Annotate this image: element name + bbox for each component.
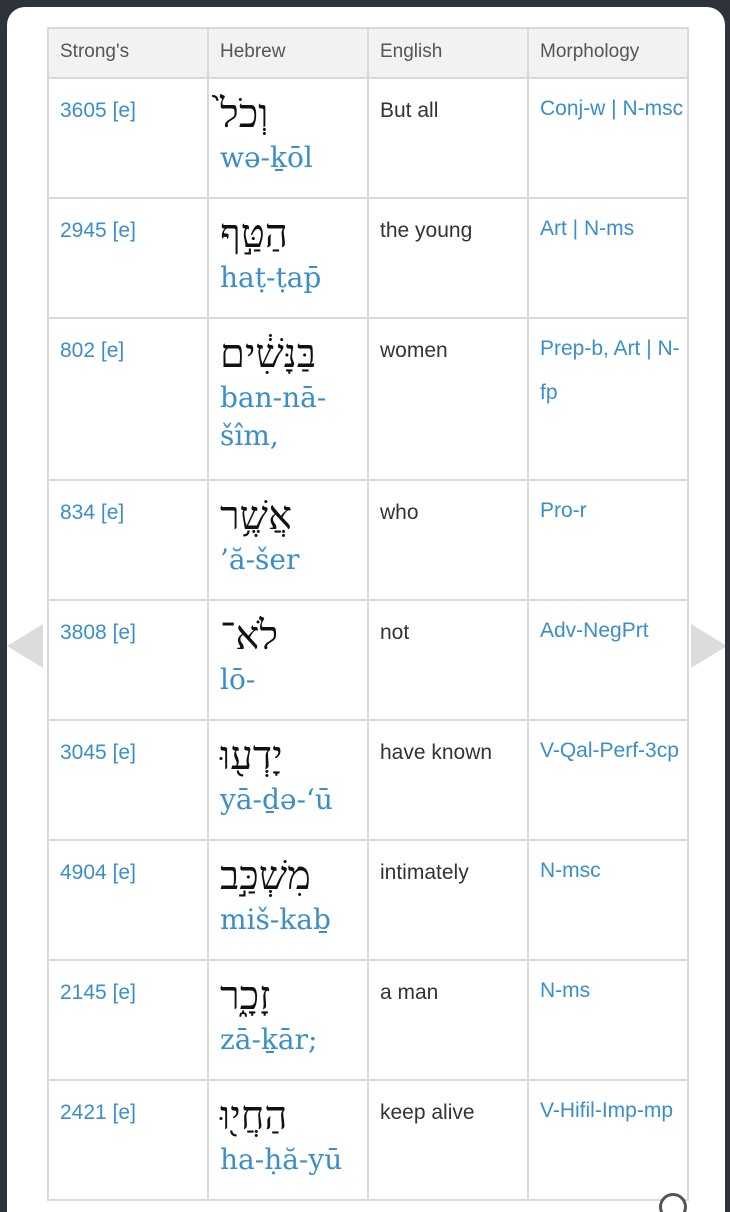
strongs-link[interactable]: 834 [e] <box>60 501 124 524</box>
table-row: 3045 [e] יָדְע֖וּ yā-ḏə-‘ū have known V-Qal-… <box>47 719 689 841</box>
strongs-cell: 802 [e] <box>47 317 209 481</box>
english-gloss: have known <box>380 741 493 764</box>
morphology-link[interactable]: N-msc <box>540 849 687 893</box>
morphology-cell: Adv-NegPrt <box>527 599 689 721</box>
hebrew-cell: הַחֲי֖וּ ha-ḥă-yū <box>207 1079 369 1201</box>
transliteration-link[interactable]: yā-ḏə-‘ū <box>220 781 367 819</box>
table-row: 802 [e] בַּנָּשִׁ֔ים ban-nā-šîm, women Prep-… <box>47 317 689 481</box>
morphology-link[interactable]: N-ms <box>540 969 687 1013</box>
hebrew-word[interactable]: יָדְע֖וּ <box>220 733 367 779</box>
hebrew-word[interactable]: הַטַּ֣ף <box>220 211 367 257</box>
hebrew-word[interactable]: אֲשֶׁ֥ר <box>220 493 367 539</box>
english-cell: a man <box>367 959 529 1081</box>
table-row: 3808 [e] לֹא־ lō-not Adv-NegPrt <box>47 599 689 721</box>
english-cell: who <box>367 479 529 601</box>
strongs-cell: 3808 [e] <box>47 599 209 721</box>
english-gloss: not <box>380 621 410 644</box>
strongs-cell: 2945 [e] <box>47 197 209 319</box>
morphology-cell: N-msc <box>527 839 689 961</box>
strongs-link[interactable]: 802 [e] <box>60 339 124 362</box>
transliteration-link[interactable]: ha-ḥă-yū <box>220 1141 367 1179</box>
strongs-cell: 2145 [e] <box>47 959 209 1081</box>
english-cell: have known <box>367 719 529 841</box>
transliteration-link[interactable]: ban-nā-šîm, <box>220 379 367 455</box>
hebrew-cell: וְכֹל֙ wə-ḵōl <box>207 77 369 199</box>
morphology-cell: V-Qal-Perf-3cp <box>527 719 689 841</box>
transliteration-link[interactable]: zā-ḵār; <box>220 1021 367 1059</box>
transliteration-link[interactable]: wə-ḵōl <box>220 139 367 177</box>
strongs-link[interactable]: 2145 [e] <box>60 981 136 1004</box>
strongs-link[interactable]: 2945 [e] <box>60 219 136 242</box>
english-gloss: the young <box>380 219 473 242</box>
english-gloss: But all <box>380 99 439 122</box>
table-header-row: Strong's Hebrew English Morphology <box>47 27 689 79</box>
hebrew-cell: הַטַּ֣ף haṭ-ṭap̄ <box>207 197 369 319</box>
table-row: 4904 [e] מִשְׁכַּ֣ב miš-kaḇ intimately N-msc <box>47 839 689 961</box>
transliteration-link[interactable]: haṭ-ṭap̄ <box>220 259 367 297</box>
header-hebrew: Hebrew <box>207 27 369 79</box>
hebrew-word[interactable]: לֹא־ <box>220 613 367 659</box>
morphology-link[interactable]: Conj-w | N-msc <box>540 87 687 131</box>
morphology-cell: Art | N-ms <box>527 197 689 319</box>
english-gloss: women <box>380 339 448 362</box>
english-cell: the young <box>367 197 529 319</box>
chevron-right-icon[interactable] <box>691 624 725 668</box>
hebrew-cell: אֲשֶׁ֥ר’ă-šer <box>207 479 369 601</box>
english-gloss: a man <box>380 981 439 1004</box>
content-card: Strong's Hebrew English Morphology 3605 … <box>7 7 725 1212</box>
transliteration-link[interactable]: lō- <box>220 661 367 699</box>
morphology-cell: Prep-b, Art | N-fp <box>527 317 689 481</box>
strongs-cell: 3605 [e] <box>47 77 209 199</box>
header-english: English <box>367 27 529 79</box>
transliteration-link[interactable]: miš-kaḇ <box>220 901 367 939</box>
table-row: 2145 [e] זָכָ֑ר zā-ḵār; a man N-ms <box>47 959 689 1081</box>
header-morphology: Morphology <box>527 27 689 79</box>
hebrew-word[interactable]: בַּנָּשִׁ֔ים <box>220 331 367 377</box>
morphology-link[interactable]: Pro-r <box>540 489 687 533</box>
morphology-link[interactable]: V-Qal-Perf-3cp <box>540 729 687 773</box>
morphology-link[interactable]: Adv-NegPrt <box>540 609 687 653</box>
transliteration-link[interactable]: ’ă-šer <box>220 541 367 579</box>
english-cell: keep alive <box>367 1079 529 1201</box>
strongs-link[interactable]: 3045 [e] <box>60 741 136 764</box>
morphology-cell: V-Hifil-Imp-mp <box>527 1079 689 1201</box>
header-strongs: Strong's <box>47 27 209 79</box>
hebrew-word[interactable]: מִשְׁכַּ֣ב <box>220 853 367 899</box>
morphology-cell: N-ms <box>527 959 689 1081</box>
english-cell: women <box>367 317 529 481</box>
hebrew-word[interactable]: וְכֹל֙ <box>220 91 367 137</box>
strongs-link[interactable]: 3605 [e] <box>60 99 136 122</box>
table-row: 2945 [e] הַטַּ֣ף haṭ-ṭap̄ the young Art | N-… <box>47 197 689 319</box>
morphology-cell: Conj-w | N-msc <box>527 77 689 199</box>
strongs-cell: 2421 [e] <box>47 1079 209 1201</box>
morphology-link[interactable]: Prep-b, Art | N-fp <box>540 327 687 415</box>
strongs-cell: 3045 [e] <box>47 719 209 841</box>
hebrew-cell: בַּנָּשִׁ֔ים ban-nā-šîm, <box>207 317 369 481</box>
english-cell: not <box>367 599 529 721</box>
hebrew-cell: לֹא־ lō- <box>207 599 369 721</box>
english-gloss: who <box>380 501 419 524</box>
hebrew-cell: יָדְע֖וּ yā-ḏə-‘ū <box>207 719 369 841</box>
strongs-cell: 834 [e] <box>47 479 209 601</box>
hebrew-word[interactable]: זָכָ֑ר <box>220 973 367 1019</box>
english-cell: But all <box>367 77 529 199</box>
interlinear-table: Strong's Hebrew English Morphology 3605 … <box>47 27 689 1201</box>
table-row: 2421 [e] הַחֲי֖וּ ha-ḥă-yū keep alive V-Hifi… <box>47 1079 689 1201</box>
hebrew-cell: זָכָ֑ר zā-ḵār; <box>207 959 369 1081</box>
hebrew-word[interactable]: הַחֲי֖וּ <box>220 1093 367 1139</box>
strongs-link[interactable]: 3808 [e] <box>60 621 136 644</box>
table-row: 834 [e] אֲשֶׁ֥ר’ă-šer who Pro-r <box>47 479 689 601</box>
english-cell: intimately <box>367 839 529 961</box>
table-row: 3605 [e] וְכֹל֙ wə-ḵōl But all Conj-w | N-ms… <box>47 77 689 199</box>
english-gloss: intimately <box>380 861 469 884</box>
strongs-link[interactable]: 4904 [e] <box>60 861 136 884</box>
strongs-link[interactable]: 2421 [e] <box>60 1101 136 1124</box>
morphology-link[interactable]: Art | N-ms <box>540 207 687 251</box>
hebrew-cell: מִשְׁכַּ֣ב miš-kaḇ <box>207 839 369 961</box>
morphology-link[interactable]: V-Hifil-Imp-mp <box>540 1089 687 1133</box>
morphology-cell: Pro-r <box>527 479 689 601</box>
english-gloss: keep alive <box>380 1101 475 1124</box>
chevron-left-icon[interactable] <box>7 624 43 668</box>
strongs-cell: 4904 [e] <box>47 839 209 961</box>
